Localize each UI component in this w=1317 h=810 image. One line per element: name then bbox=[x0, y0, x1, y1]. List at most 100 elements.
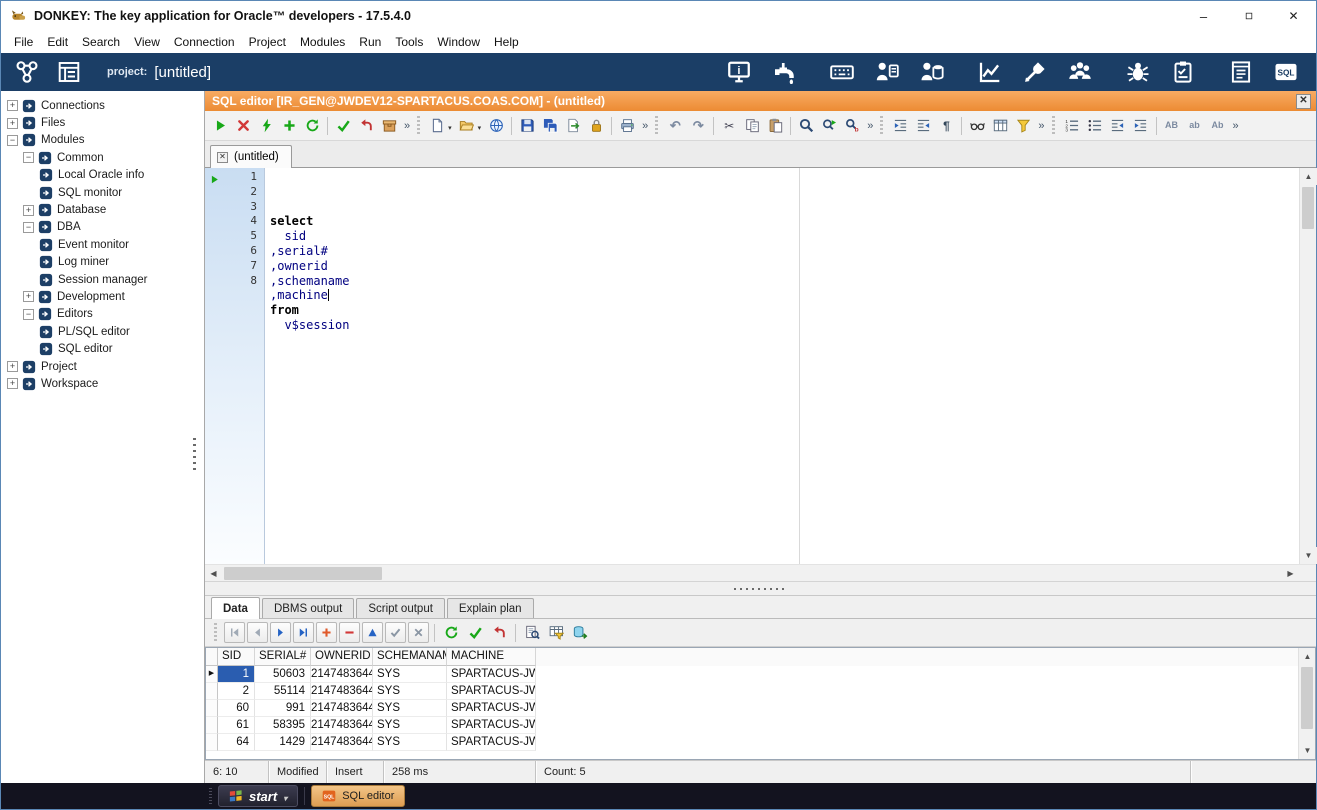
toolbar-grip[interactable] bbox=[880, 115, 884, 136]
task-list-button[interactable] bbox=[1167, 56, 1199, 88]
tree-item-session-manager[interactable]: Session manager bbox=[1, 271, 204, 288]
grid-cell[interactable]: 55114 bbox=[255, 683, 311, 700]
user-sessions-button[interactable] bbox=[1064, 56, 1096, 88]
scroll-down-button[interactable]: ▼ bbox=[1300, 547, 1317, 564]
lock-button[interactable] bbox=[585, 115, 607, 137]
outdent-button[interactable] bbox=[912, 115, 934, 137]
grid-header-serial[interactable]: SERIAL# bbox=[255, 648, 311, 666]
grid-cell[interactable]: 61 bbox=[218, 717, 255, 734]
grid-cell[interactable]: SPARTACUS-JWO bbox=[447, 717, 536, 734]
export-grid-button[interactable] bbox=[569, 622, 591, 644]
tree-item-files[interactable]: + Files bbox=[1, 114, 204, 131]
save-all-button[interactable] bbox=[539, 115, 561, 137]
refresh-button[interactable] bbox=[440, 622, 462, 644]
maximize-button[interactable] bbox=[1226, 1, 1271, 31]
local-oracle-info-button[interactable]: i bbox=[723, 56, 755, 88]
indent-button[interactable] bbox=[889, 115, 911, 137]
toolbar-grip[interactable] bbox=[417, 115, 421, 136]
tree-item-local-oracle-info[interactable]: Local Oracle info bbox=[1, 167, 204, 184]
tree-item-common[interactable]: − Common bbox=[1, 149, 204, 166]
tree-item-event-monitor[interactable]: Event monitor bbox=[1, 236, 204, 253]
menu-file[interactable]: File bbox=[7, 33, 40, 51]
tree-item-editors[interactable]: − Editors bbox=[1, 306, 204, 323]
menu-help[interactable]: Help bbox=[487, 33, 526, 51]
editor-tab-untitled[interactable]: ✕ (untitled) bbox=[210, 145, 292, 168]
filter-button[interactable] bbox=[1012, 115, 1034, 137]
package-button[interactable] bbox=[378, 115, 400, 137]
scroll-up-button[interactable]: ▲ bbox=[1300, 168, 1317, 185]
grid-cell[interactable]: 2147483644 bbox=[311, 683, 373, 700]
toolbar-grip[interactable] bbox=[214, 622, 217, 643]
results-tab-data[interactable]: Data bbox=[211, 597, 260, 619]
scrollbar-track[interactable] bbox=[222, 565, 1282, 581]
module-list-button[interactable] bbox=[53, 56, 85, 88]
grid-cell[interactable]: SYS bbox=[373, 666, 447, 683]
scrollbar-track[interactable] bbox=[1300, 185, 1316, 547]
dropdown-arrow-icon[interactable]: ▾ bbox=[478, 124, 482, 132]
menu-connection[interactable]: Connection bbox=[167, 33, 242, 51]
scrollbar-thumb[interactable] bbox=[1302, 187, 1314, 229]
grid-cell[interactable]: 2 bbox=[218, 683, 255, 700]
taskbar-task-sql-editor[interactable]: SQL SQL editor bbox=[311, 785, 406, 807]
outdent-button[interactable] bbox=[1107, 115, 1129, 137]
scroll-up-button[interactable]: ▲ bbox=[1299, 648, 1315, 665]
toolbar-overflow-icon[interactable]: » bbox=[1035, 120, 1047, 132]
bullist-button[interactable] bbox=[1084, 115, 1106, 137]
find-next-button[interactable] bbox=[818, 115, 840, 137]
grid-cell[interactable]: 58395 bbox=[255, 717, 311, 734]
indent-button[interactable] bbox=[1130, 115, 1152, 137]
grid-header-schemaname[interactable]: SCHEMANAME bbox=[373, 648, 447, 666]
next-button[interactable] bbox=[270, 622, 291, 643]
results-tab-script-output[interactable]: Script output bbox=[356, 598, 445, 618]
grid-row[interactable]: 2551142147483644SYSSPARTACUS-JWO bbox=[206, 683, 1298, 700]
filter-grid-button[interactable] bbox=[545, 622, 567, 644]
scrollbar-track[interactable] bbox=[1299, 665, 1315, 742]
scrollbar-thumb[interactable] bbox=[224, 567, 382, 580]
grid-cell[interactable]: 2147483644 bbox=[311, 734, 373, 751]
editor-form-button[interactable] bbox=[1225, 56, 1257, 88]
tree-expander-icon[interactable]: + bbox=[7, 100, 18, 112]
tree-item-sql-editor[interactable]: SQL editor bbox=[1, 340, 204, 357]
tree-expander-icon[interactable]: + bbox=[23, 204, 34, 216]
scrollbar-thumb[interactable] bbox=[1301, 667, 1313, 729]
tree-item-workspace[interactable]: + Workspace bbox=[1, 375, 204, 392]
tree-item-development[interactable]: + Development bbox=[1, 288, 204, 305]
tree-item-database[interactable]: + Database bbox=[1, 201, 204, 218]
replace-button[interactable]: b bbox=[841, 115, 863, 137]
editor-close-button[interactable]: ✕ bbox=[1296, 93, 1311, 109]
tree-expander-icon[interactable]: − bbox=[23, 152, 34, 164]
grid-cell[interactable]: 2147483644 bbox=[311, 666, 373, 683]
grid-cell[interactable]: 991 bbox=[255, 700, 311, 717]
toolbar-overflow-icon[interactable]: » bbox=[401, 120, 413, 132]
menu-modules[interactable]: Modules bbox=[293, 33, 352, 51]
scroll-left-button[interactable]: ◀ bbox=[205, 565, 222, 582]
first-button[interactable] bbox=[224, 622, 245, 643]
tree-expander-icon[interactable]: − bbox=[23, 308, 34, 320]
edit-button[interactable] bbox=[362, 622, 383, 643]
tree-expander-icon[interactable]: + bbox=[7, 117, 18, 129]
results-tab-dbms-output[interactable]: DBMS output bbox=[261, 598, 355, 618]
grid-cell[interactable]: SYS bbox=[373, 717, 447, 734]
tree-expander-icon[interactable]: − bbox=[7, 134, 18, 146]
grid-row[interactable]: 61583952147483644SYSSPARTACUS-JWO bbox=[206, 717, 1298, 734]
toolbar-grip[interactable] bbox=[655, 115, 659, 136]
grid-row[interactable]: ▶1506032147483644SYSSPARTACUS-JWO bbox=[206, 666, 1298, 683]
grid-cell[interactable]: SPARTACUS-JWO bbox=[447, 666, 536, 683]
start-button[interactable]: start ▾ bbox=[218, 785, 299, 807]
copy-button[interactable] bbox=[741, 115, 763, 137]
tree-item-dba[interactable]: − DBA bbox=[1, 219, 204, 236]
grid-header-machine[interactable]: MACHINE bbox=[447, 648, 536, 666]
menu-project[interactable]: Project bbox=[242, 33, 293, 51]
prior-button[interactable] bbox=[247, 622, 268, 643]
grid-header-sid[interactable]: SID bbox=[218, 648, 255, 666]
session-manager-button[interactable] bbox=[916, 56, 948, 88]
grid-cell[interactable]: SPARTACUS-JWO bbox=[447, 683, 536, 700]
menu-run[interactable]: Run bbox=[352, 33, 388, 51]
grid-row[interactable]: 6414292147483644SYSSPARTACUS-JWO bbox=[206, 734, 1298, 751]
grid-cell[interactable]: SYS bbox=[373, 734, 447, 751]
columns-button[interactable] bbox=[989, 115, 1011, 137]
grid-cell[interactable]: SYS bbox=[373, 683, 447, 700]
grid-cell[interactable]: 64 bbox=[218, 734, 255, 751]
tree-item-project[interactable]: + Project bbox=[1, 358, 204, 375]
connections-graph-button[interactable] bbox=[11, 56, 43, 88]
